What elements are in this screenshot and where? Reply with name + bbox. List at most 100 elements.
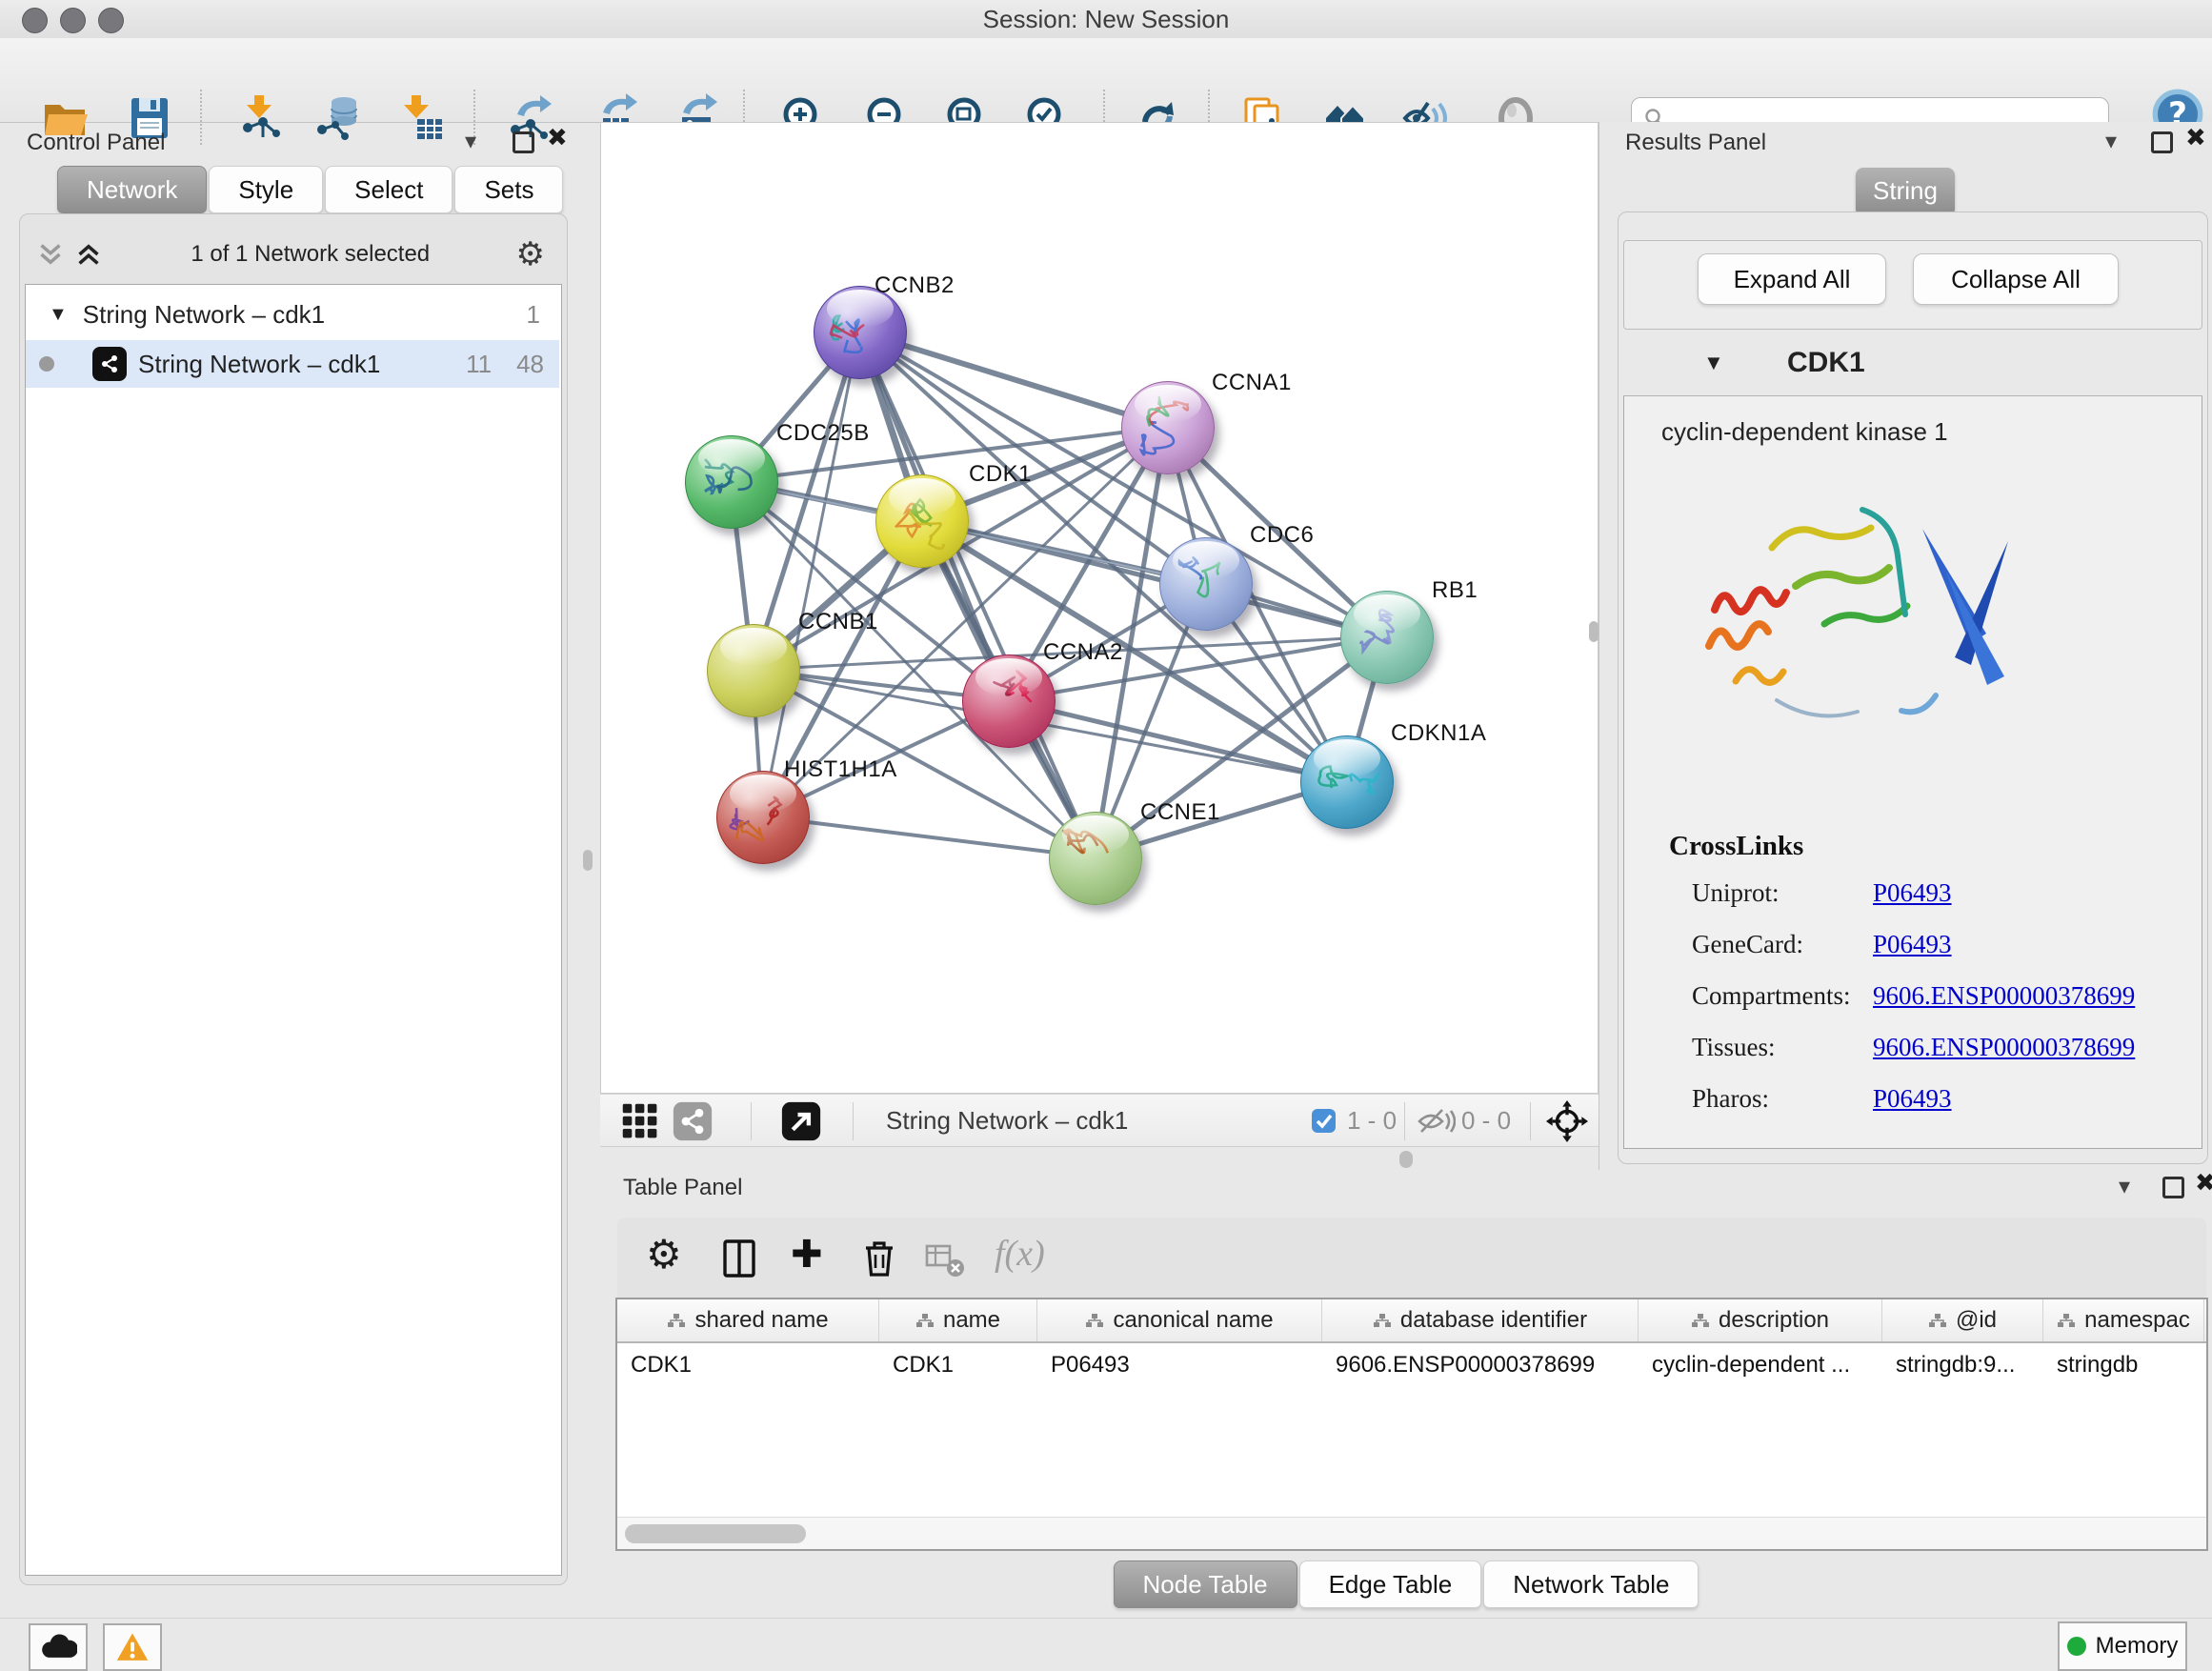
tab-string[interactable]: String xyxy=(1856,168,1955,213)
network-view-title: String Network – cdk1 xyxy=(886,1095,1128,1146)
column-header-database-identifier[interactable]: database identifier xyxy=(1322,1299,1639,1341)
hidden-eye-slash-icon[interactable] xyxy=(1418,1107,1456,1140)
node-layer xyxy=(600,122,1599,1094)
crosslink-link[interactable]: 9606.ENSP00000378699 xyxy=(1873,1033,2135,1062)
expand-all-chevron-icon[interactable] xyxy=(72,242,105,267)
tab-edge-table[interactable]: Edge Table xyxy=(1299,1560,1482,1608)
control-panel-float-icon[interactable] xyxy=(513,131,534,153)
control-panel-menu-icon[interactable]: ▾ xyxy=(465,128,476,154)
table-cell: P06493 xyxy=(1037,1343,1322,1387)
collection-expand-icon[interactable]: ▼ xyxy=(49,304,68,326)
results-panel-close-icon[interactable]: ✖ xyxy=(2185,124,2206,152)
node-gloss xyxy=(1173,541,1238,579)
column-header-name[interactable]: name xyxy=(879,1299,1037,1341)
node-CCNA2[interactable] xyxy=(962,654,1056,748)
crosslink-link[interactable]: P06493 xyxy=(1873,878,1952,908)
crosslink-label: GeneCard: xyxy=(1692,930,1873,959)
table-splitter-handle[interactable] xyxy=(1399,1151,1413,1168)
import-network-database-icon[interactable] xyxy=(305,86,370,151)
network-row-selected[interactable]: String Network – cdk1 11 48 xyxy=(26,340,559,388)
create-column-plus-icon[interactable]: ✚ xyxy=(791,1233,823,1277)
node-CCNE1[interactable] xyxy=(1049,812,1142,905)
table-panel-menu-icon[interactable]: ▾ xyxy=(2119,1173,2130,1199)
footer-separator xyxy=(853,1102,854,1140)
selected-checkbox-icon[interactable] xyxy=(1311,1108,1337,1138)
network-options-gear-icon[interactable]: ⚙ xyxy=(516,235,545,273)
column-type-icon xyxy=(1928,1313,1947,1328)
results-panel-float-icon[interactable] xyxy=(2151,131,2173,153)
import-table-file-icon[interactable] xyxy=(389,86,453,151)
crosslink-link[interactable]: P06493 xyxy=(1873,930,1952,959)
window-title: Session: New Session xyxy=(0,0,2212,38)
node-gloss xyxy=(1062,815,1128,854)
show-columns-icon[interactable] xyxy=(718,1237,762,1285)
left-splitter-handle[interactable] xyxy=(583,850,593,871)
collection-label: String Network – cdk1 xyxy=(83,300,325,330)
node-gloss xyxy=(975,658,1041,696)
right-splitter-handle[interactable] xyxy=(1589,621,1599,642)
node-CCNB2[interactable] xyxy=(814,286,907,379)
tab-sets[interactable]: Sets xyxy=(454,166,563,213)
tab-network[interactable]: Network xyxy=(57,166,207,213)
birds-eye-view-icon[interactable] xyxy=(621,1102,659,1145)
network-view-toolbar: String Network – cdk1 1 - 0 0 - 0 xyxy=(600,1094,1599,1147)
tab-network-table[interactable]: Network Table xyxy=(1483,1560,1699,1608)
node-RB1[interactable] xyxy=(1340,591,1434,684)
collapse-all-button[interactable]: Collapse All xyxy=(1913,253,2119,305)
automation-cloud-icon[interactable] xyxy=(29,1623,88,1671)
expand-all-button[interactable]: Expand All xyxy=(1698,253,1886,305)
function-builder-icon[interactable]: f(x) xyxy=(995,1233,1045,1275)
tab-select[interactable]: Select xyxy=(325,166,452,213)
string-panel-toggle-icon[interactable] xyxy=(673,1101,713,1146)
network-collection-row[interactable]: ▼ String Network – cdk1 1 xyxy=(26,291,559,338)
title-bar: Session: New Session xyxy=(0,0,2212,39)
open-in-browser-icon[interactable] xyxy=(781,1101,821,1146)
node-gloss xyxy=(698,439,764,477)
gene-collapse-icon[interactable]: ▼ xyxy=(1703,351,1724,375)
column-header-namespac[interactable]: namespac xyxy=(2043,1299,2204,1341)
table-settings-gear-icon[interactable]: ⚙ xyxy=(646,1231,682,1278)
column-type-icon xyxy=(1085,1313,1104,1328)
import-network-file-icon[interactable] xyxy=(227,86,292,151)
collapse-all-chevron-icon[interactable] xyxy=(34,242,67,267)
column-header--id[interactable]: @id xyxy=(1882,1299,2043,1341)
memory-button[interactable]: Memory xyxy=(2058,1621,2187,1671)
selected-count: 1 - 0 xyxy=(1347,1095,1397,1146)
control-panel-close-icon[interactable]: ✖ xyxy=(547,124,568,152)
warnings-icon[interactable] xyxy=(103,1623,162,1671)
node-CDC25B[interactable] xyxy=(685,435,778,529)
node-CCNA1[interactable] xyxy=(1121,381,1215,474)
results-panel-menu-icon[interactable]: ▾ xyxy=(2105,128,2117,154)
network-list: ▼ String Network – cdk1 1 String Network… xyxy=(25,284,562,1576)
protein-structure-image xyxy=(1686,457,2029,772)
crosslink-link[interactable]: P06493 xyxy=(1873,1084,1952,1114)
crosslink-row: Uniprot:P06493 xyxy=(1692,867,2197,918)
node-CCNB1[interactable] xyxy=(707,624,800,717)
column-header-shared-name[interactable]: shared name xyxy=(617,1299,879,1341)
node-CDC6[interactable] xyxy=(1159,537,1253,631)
delete-column-trash-icon[interactable] xyxy=(857,1237,901,1285)
crosslink-link[interactable]: 9606.ENSP00000378699 xyxy=(1873,981,2135,1011)
crosslinks-heading: CrossLinks xyxy=(1669,831,1803,862)
hidden-count: 0 - 0 xyxy=(1461,1095,1511,1146)
network-row-label: String Network – cdk1 xyxy=(138,350,380,379)
hscrollbar-thumb[interactable] xyxy=(625,1524,806,1543)
column-header-canonical-name[interactable]: canonical name xyxy=(1037,1299,1322,1341)
table-panel-title: Table Panel xyxy=(623,1175,742,1201)
table-cell: 9606.ENSP00000378699 xyxy=(1322,1343,1639,1387)
delete-table-icon[interactable] xyxy=(924,1240,966,1283)
table-panel-close-icon[interactable]: ✖ xyxy=(2195,1169,2212,1198)
table-panel-float-icon[interactable] xyxy=(2162,1177,2184,1198)
node-CDKN1A[interactable] xyxy=(1300,735,1394,829)
table-hscrollbar[interactable] xyxy=(617,1517,2206,1549)
node-HIST1H1A[interactable] xyxy=(716,771,810,864)
network-node-count: 11 xyxy=(466,350,492,379)
node-CDK1[interactable] xyxy=(875,474,969,568)
column-header-description[interactable]: description xyxy=(1639,1299,1882,1341)
tab-node-table[interactable]: Node Table xyxy=(1114,1560,1297,1608)
fit-selected-crosshair-icon[interactable] xyxy=(1545,1099,1589,1148)
memory-label: Memory xyxy=(2096,1633,2179,1660)
node-table: shared namenamecanonical namedatabase id… xyxy=(615,1298,2208,1551)
tab-style[interactable]: Style xyxy=(209,166,323,213)
table-row[interactable]: CDK1CDK1P064939606.ENSP00000378699cyclin… xyxy=(617,1343,2206,1387)
